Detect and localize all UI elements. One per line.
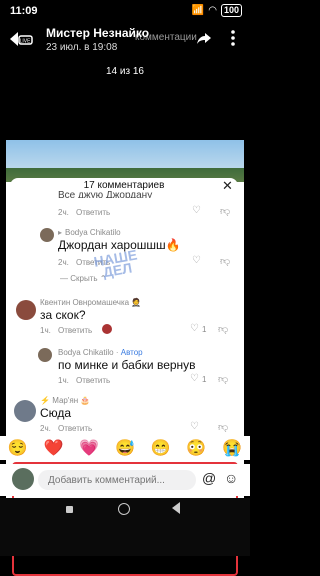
reply-button[interactable]: Ответить [76, 208, 110, 217]
comment-time: 1ч. [40, 326, 51, 335]
more-icon[interactable] [226, 28, 240, 48]
avatar[interactable] [16, 300, 36, 320]
header-subtitle: 23 июл. в 19:08 [46, 42, 118, 53]
avatar[interactable] [38, 348, 52, 362]
dislike-icon[interactable]: 👎︎ [218, 373, 228, 385]
comment-time: 2ч. [58, 208, 69, 217]
status-bar: 11:09 📶 ◠ 100 [0, 0, 250, 24]
emoji-growing-heart[interactable]: 💗 [79, 438, 99, 458]
wifi-icon: ◠ [208, 5, 217, 16]
reply-button[interactable]: Ответить [58, 424, 92, 433]
reply-button[interactable]: Ответить [58, 326, 92, 335]
comment-text: за скок? [40, 308, 86, 322]
dislike-icon[interactable]: 👎︎ [218, 421, 228, 433]
comment-time: 1ч. [58, 376, 69, 385]
dislike-icon[interactable]: 👎︎ [220, 205, 230, 217]
dislike-icon[interactable]: 👎︎ [218, 323, 228, 335]
author-name: Квентин Овнромашечка [40, 298, 130, 307]
heart-icon[interactable]: ♡ [190, 373, 199, 384]
avatar[interactable] [14, 400, 36, 422]
comment-author-row: Bodya Chikatilo · Автор [58, 348, 143, 357]
comment-author[interactable]: ⚡ Мар'ян 🎂 [40, 396, 90, 405]
recents-icon[interactable] [66, 506, 73, 513]
heart-icon[interactable]: ♡ [192, 255, 201, 266]
comment-author[interactable]: Квентин Овнромашечка 🤵 [40, 298, 141, 307]
header-title: Мистер Незнайко [46, 26, 150, 40]
comment-time: 2ч. [58, 258, 69, 267]
emoji-sweat-smile[interactable]: 😅 [115, 438, 135, 458]
reply-button[interactable]: Ответить [76, 376, 110, 385]
heart-icon[interactable]: ♡ [190, 421, 199, 432]
like-count: 1 [202, 375, 207, 384]
back-icon[interactable] [172, 502, 180, 514]
user-avatar[interactable] [12, 468, 34, 490]
dislike-icon[interactable]: 👎︎ [220, 255, 230, 267]
comment-input[interactable] [38, 470, 196, 490]
back-logo-icon[interactable]: LIVE [8, 30, 34, 48]
author-name: Мар'ян [52, 396, 79, 405]
creator-like-avatar [102, 324, 112, 334]
reply-arrow-icon: ▸ [58, 228, 63, 237]
avatar[interactable] [40, 228, 54, 242]
comment-author-row: ▸ Bodya Chikatilo [58, 228, 121, 237]
emoji-relieved[interactable]: 😌 [8, 438, 28, 458]
prev-comment-text: Все джую Джордану [58, 190, 153, 198]
emoji-heart[interactable]: ❤️ [44, 438, 64, 458]
author-badge: Автор [120, 348, 143, 357]
comment-text: по минке и бабки вернув [58, 358, 196, 372]
comment-author[interactable]: Bodya Chikatilo [58, 348, 114, 357]
comment-text: Сюда [40, 406, 72, 420]
heart-icon[interactable]: ♡ [190, 323, 199, 334]
emoji-grin[interactable]: 😁 [151, 438, 171, 458]
emoji-crying[interactable]: 😭 [222, 438, 242, 458]
svg-text:LIVE: LIVE [20, 39, 32, 45]
comment-time: 2ч. [40, 424, 51, 433]
mention-icon[interactable]: @ [202, 470, 216, 486]
heart-icon[interactable]: ♡ [192, 205, 201, 216]
comment-author[interactable]: Bodya Chikatilo [65, 228, 121, 237]
photo-counter: 14 из 16 [106, 66, 144, 77]
signal-icon: 📶 [191, 5, 205, 16]
emoji-bar: 😌 ❤️ 💗 😅 😁 😳 😭 [0, 436, 250, 460]
share-icon[interactable] [196, 30, 212, 46]
like-count: 1 [202, 325, 207, 334]
home-icon[interactable] [118, 503, 130, 515]
battery-icon: 100 [220, 4, 242, 17]
emoji-flushed[interactable]: 😳 [186, 438, 206, 458]
system-icons: 📶 ◠ 100 [192, 4, 242, 17]
emoji-picker-icon[interactable]: ☺ [224, 470, 238, 486]
status-time: 11:09 [10, 5, 38, 17]
